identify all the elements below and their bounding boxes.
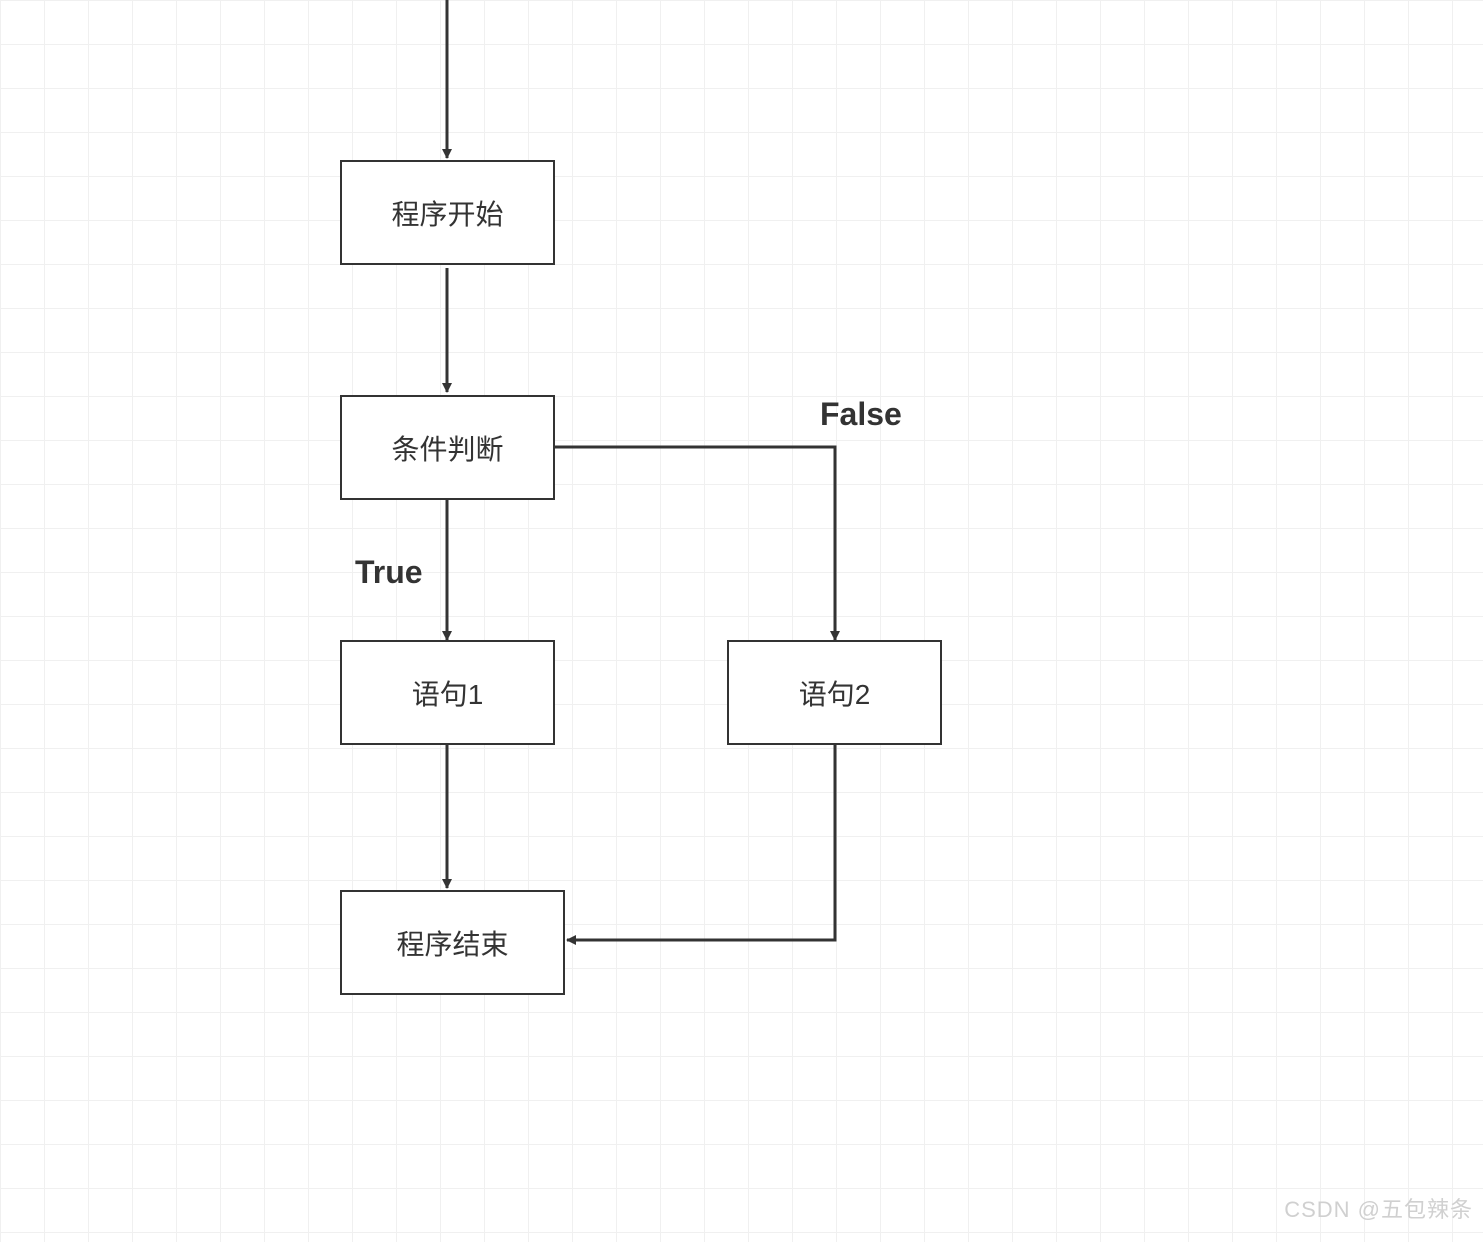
node-condition: 条件判断 [340, 395, 555, 500]
node-stmt2: 语句2 [727, 640, 942, 745]
node-stmt1-label: 语句1 [412, 673, 484, 713]
flowchart-connectors [0, 0, 1483, 1242]
node-stmt1: 语句1 [340, 640, 555, 745]
node-end-label: 程序结束 [396, 923, 508, 963]
watermark: CSDN @五包辣条 [1284, 1192, 1473, 1224]
node-stmt2-label: 语句2 [799, 673, 871, 713]
node-start-label: 程序开始 [391, 193, 503, 233]
edge-label-true: True [355, 554, 423, 591]
arrow-stmt2-to-end [567, 745, 835, 940]
arrow-condition-to-stmt2 [555, 447, 835, 640]
node-condition-label: 条件判断 [391, 428, 503, 468]
node-start: 程序开始 [340, 160, 555, 265]
edge-label-false: False [820, 396, 902, 433]
node-end: 程序结束 [340, 890, 565, 995]
